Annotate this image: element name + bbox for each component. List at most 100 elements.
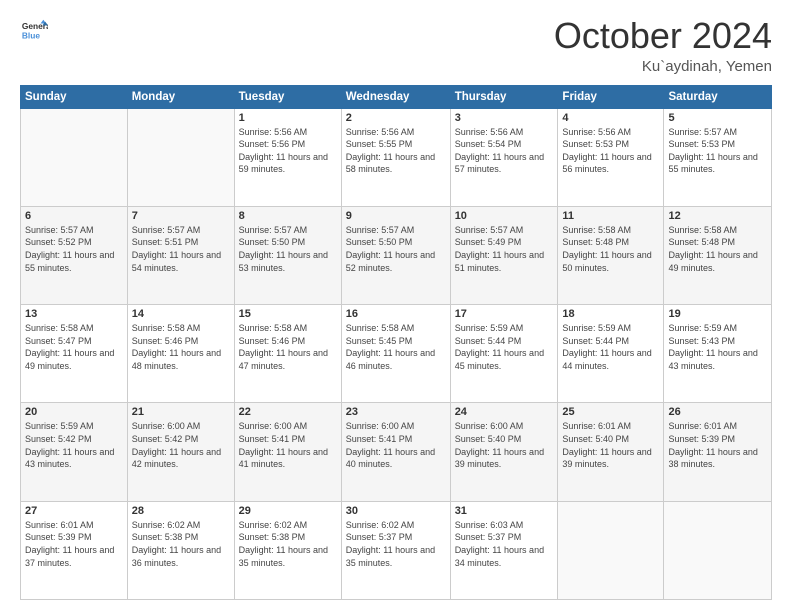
col-sunday: Sunday [21,85,128,108]
logo: General Blue [20,16,48,44]
week-row-1: 1Sunrise: 5:56 AMSunset: 5:56 PMDaylight… [21,108,772,206]
col-tuesday: Tuesday [234,85,341,108]
day-cell: 18 Sunrise: 5:59 AMSunset: 5:44 PMDayligh… [558,305,664,403]
day-info: Sunrise: 6:01 AMSunset: 5:39 PMDaylight:… [668,420,767,470]
day-number: 7 [132,210,230,222]
day-cell: 17 Sunrise: 5:59 AMSunset: 5:44 PMDayligh… [450,305,558,403]
day-info: Sunrise: 6:00 AMSunset: 5:40 PMDaylight:… [455,420,554,470]
day-number: 10 [455,210,554,222]
col-saturday: Saturday [664,85,772,108]
day-info: Sunrise: 6:00 AMSunset: 5:41 PMDaylight:… [239,420,337,470]
day-number: 6 [25,210,123,222]
day-info: Sunrise: 5:57 AMSunset: 5:49 PMDaylight:… [455,224,554,274]
day-cell: 8 Sunrise: 5:57 AMSunset: 5:50 PMDaylight… [234,206,341,304]
header-row: Sunday Monday Tuesday Wednesday Thursday… [21,85,772,108]
calendar-table: Sunday Monday Tuesday Wednesday Thursday… [20,85,772,600]
day-number: 19 [668,308,767,320]
day-info: Sunrise: 5:56 AMSunset: 5:55 PMDaylight:… [346,126,446,176]
day-cell: 25 Sunrise: 6:01 AMSunset: 5:40 PMDayligh… [558,403,664,501]
day-cell: 3 Sunrise: 5:56 AMSunset: 5:54 PMDaylight… [450,108,558,206]
calendar-body: 1Sunrise: 5:56 AMSunset: 5:56 PMDaylight… [21,108,772,599]
day-info: Sunrise: 6:00 AMSunset: 5:41 PMDaylight:… [346,420,446,470]
day-number: 12 [668,210,767,222]
week-row-5: 27 Sunrise: 6:01 AMSunset: 5:39 PMDayligh… [21,501,772,599]
day-cell: 13 Sunrise: 5:58 AMSunset: 5:47 PMDayligh… [21,305,128,403]
day-number: 8 [239,210,337,222]
day-info: Sunrise: 6:03 AMSunset: 5:37 PMDaylight:… [455,519,554,569]
day-number: 11 [562,210,659,222]
day-cell: 19 Sunrise: 5:59 AMSunset: 5:43 PMDayligh… [664,305,772,403]
day-cell: 26Sunrise: 6:01 AMSunset: 5:39 PMDayligh… [664,403,772,501]
svg-text:Blue: Blue [22,30,40,40]
day-cell: 10 Sunrise: 5:57 AMSunset: 5:49 PMDayligh… [450,206,558,304]
day-info: Sunrise: 6:01 AMSunset: 5:39 PMDaylight:… [25,519,123,569]
day-info: Sunrise: 6:02 AMSunset: 5:37 PMDaylight:… [346,519,446,569]
col-thursday: Thursday [450,85,558,108]
day-number: 23 [346,406,446,418]
day-cell: 6 Sunrise: 5:57 AMSunset: 5:52 PMDaylight… [21,206,128,304]
day-info: Sunrise: 5:57 AMSunset: 5:50 PMDaylight:… [239,224,337,274]
day-info: Sunrise: 5:57 AMSunset: 5:52 PMDaylight:… [25,224,123,274]
day-cell: 2 Sunrise: 5:56 AMSunset: 5:55 PMDaylight… [341,108,450,206]
calendar: Sunday Monday Tuesday Wednesday Thursday… [20,85,772,600]
week-row-3: 13 Sunrise: 5:58 AMSunset: 5:47 PMDayligh… [21,305,772,403]
day-number: 30 [346,505,446,517]
day-info: Sunrise: 5:58 AMSunset: 5:48 PMDaylight:… [562,224,659,274]
day-info: Sunrise: 5:58 AMSunset: 5:46 PMDaylight:… [239,322,337,372]
day-number: 20 [25,406,123,418]
day-info: Sunrise: 5:56 AMSunset: 5:54 PMDaylight:… [455,126,554,176]
day-number: 9 [346,210,446,222]
day-number: 16 [346,308,446,320]
day-info: Sunrise: 5:57 AMSunset: 5:53 PMDaylight:… [668,126,767,176]
day-info: Sunrise: 5:59 AMSunset: 5:44 PMDaylight:… [455,322,554,372]
day-number: 15 [239,308,337,320]
day-number: 18 [562,308,659,320]
day-cell: 21Sunrise: 6:00 AMSunset: 5:42 PMDayligh… [127,403,234,501]
day-number: 4 [562,112,659,124]
day-info: Sunrise: 6:01 AMSunset: 5:40 PMDaylight:… [562,420,659,470]
day-info: Sunrise: 5:59 AMSunset: 5:43 PMDaylight:… [668,322,767,372]
day-number: 25 [562,406,659,418]
day-info: Sunrise: 5:58 AMSunset: 5:48 PMDaylight:… [668,224,767,274]
day-info: Sunrise: 6:00 AMSunset: 5:42 PMDaylight:… [132,420,230,470]
day-cell: 28Sunrise: 6:02 AMSunset: 5:38 PMDayligh… [127,501,234,599]
day-cell: 16Sunrise: 5:58 AMSunset: 5:45 PMDayligh… [341,305,450,403]
day-number: 3 [455,112,554,124]
day-cell: 4Sunrise: 5:56 AMSunset: 5:53 PMDaylight… [558,108,664,206]
day-cell: 14Sunrise: 5:58 AMSunset: 5:46 PMDayligh… [127,305,234,403]
day-cell [558,501,664,599]
day-info: Sunrise: 5:58 AMSunset: 5:46 PMDaylight:… [132,322,230,372]
day-number: 13 [25,308,123,320]
day-info: Sunrise: 5:57 AMSunset: 5:51 PMDaylight:… [132,224,230,274]
day-cell: 1Sunrise: 5:56 AMSunset: 5:56 PMDaylight… [234,108,341,206]
day-number: 22 [239,406,337,418]
col-friday: Friday [558,85,664,108]
day-info: Sunrise: 5:59 AMSunset: 5:44 PMDaylight:… [562,322,659,372]
day-number: 31 [455,505,554,517]
day-info: Sunrise: 5:58 AMSunset: 5:47 PMDaylight:… [25,322,123,372]
day-cell: 27 Sunrise: 6:01 AMSunset: 5:39 PMDayligh… [21,501,128,599]
day-number: 29 [239,505,337,517]
day-cell: 29 Sunrise: 6:02 AMSunset: 5:38 PMDayligh… [234,501,341,599]
day-cell [664,501,772,599]
month-title: October 2024 [554,16,772,56]
day-number: 24 [455,406,554,418]
day-cell: 20 Sunrise: 5:59 AMSunset: 5:42 PMDayligh… [21,403,128,501]
day-number: 17 [455,308,554,320]
day-number: 27 [25,505,123,517]
main-container: General Blue October 2024 Ku`aydinah, Ye… [0,0,792,612]
day-number: 2 [346,112,446,124]
week-row-2: 6 Sunrise: 5:57 AMSunset: 5:52 PMDaylight… [21,206,772,304]
day-cell: 22 Sunrise: 6:00 AMSunset: 5:41 PMDayligh… [234,403,341,501]
day-cell: 15 Sunrise: 5:58 AMSunset: 5:46 PMDayligh… [234,305,341,403]
day-info: Sunrise: 5:57 AMSunset: 5:50 PMDaylight:… [346,224,446,274]
title-block: October 2024 Ku`aydinah, Yemen [554,16,772,75]
day-cell: 31 Sunrise: 6:03 AMSunset: 5:37 PMDayligh… [450,501,558,599]
day-info: Sunrise: 6:02 AMSunset: 5:38 PMDaylight:… [239,519,337,569]
day-info: Sunrise: 5:59 AMSunset: 5:42 PMDaylight:… [25,420,123,470]
location: Ku`aydinah, Yemen [554,58,772,75]
day-number: 1 [239,112,337,124]
day-cell: 12 Sunrise: 5:58 AMSunset: 5:48 PMDayligh… [664,206,772,304]
col-wednesday: Wednesday [341,85,450,108]
day-cell: 24 Sunrise: 6:00 AMSunset: 5:40 PMDayligh… [450,403,558,501]
